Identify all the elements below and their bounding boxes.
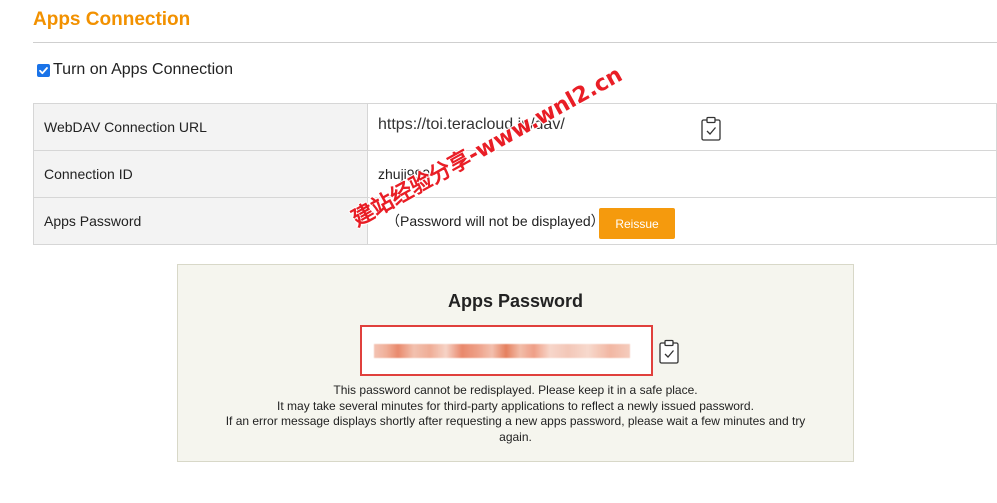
- row-label: WebDAV Connection URL: [33, 103, 368, 151]
- panel-title: Apps Password: [447, 291, 584, 311]
- note-line: again.: [499, 429, 532, 444]
- row-value: （Password will not be displayed） Reissue: [367, 197, 997, 245]
- table-row: Connection ID zhuji999: [33, 150, 997, 198]
- checkbox-checked-icon[interactable]: [37, 63, 50, 77]
- row-label: Apps Password: [33, 197, 368, 245]
- toggle-label: Turn on Apps Connection: [53, 61, 233, 78]
- note-line: If an error message displays shortly aft…: [225, 414, 806, 428]
- note-line: This password cannot be redisplayed. Ple…: [333, 383, 698, 397]
- clipboard-check-icon[interactable]: [658, 339, 680, 369]
- password-hidden-note: （Password will not be displayed）: [386, 213, 605, 229]
- title-divider: [33, 42, 997, 43]
- page-title: Apps Connection: [33, 9, 191, 30]
- reissue-button[interactable]: Reissue: [599, 208, 675, 239]
- apps-connection-page: Apps Connection Turn on Apps Connection …: [0, 0, 997, 503]
- apps-password-panel: Apps Password This password cannot be re…: [177, 264, 854, 462]
- row-label: Connection ID: [33, 150, 368, 198]
- password-notes: This password cannot be redisplayed. Ple…: [188, 383, 843, 445]
- apps-connection-toggle[interactable]: Turn on Apps Connection: [37, 61, 233, 79]
- obscured-password: [374, 344, 630, 358]
- table-row: Apps Password （Password will not be disp…: [33, 197, 997, 245]
- clipboard-check-icon[interactable]: [700, 116, 722, 144]
- password-field[interactable]: [360, 325, 653, 376]
- note-line: It may take several minutes for third-pa…: [277, 398, 754, 413]
